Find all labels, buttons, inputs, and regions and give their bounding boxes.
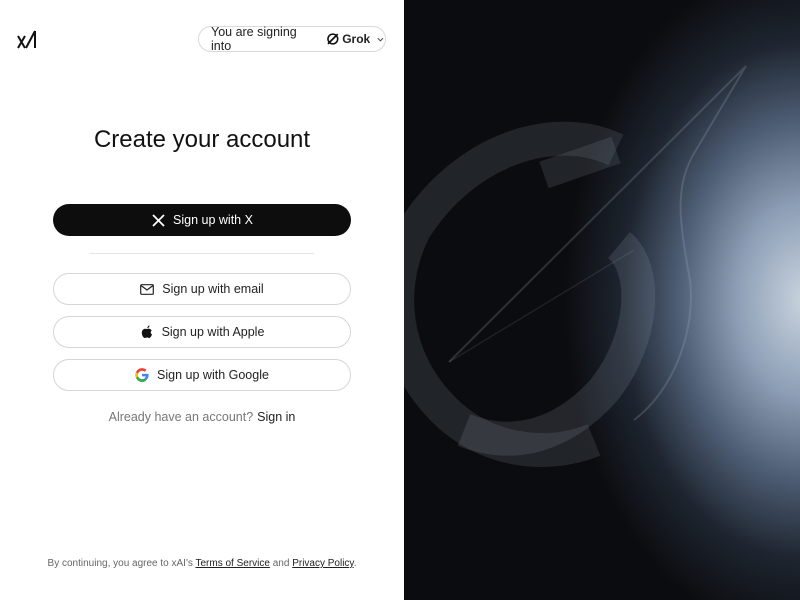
sign-up-x-button[interactable]: Sign up with X — [53, 204, 351, 236]
terms-of-service-link[interactable]: Terms of Service — [195, 558, 269, 569]
app-name: Grok — [342, 32, 371, 46]
sign-up-apple-label: Sign up with Apple — [161, 325, 265, 339]
chevron-down-icon — [377, 37, 384, 42]
xai-logo-icon[interactable] — [16, 28, 38, 50]
sign-in-prompt-text: Already have an account? — [108, 410, 254, 424]
app-selector[interactable]: You are signing into Grok — [198, 25, 386, 53]
sign-up-email-label: Sign up with email — [162, 282, 264, 296]
sign-up-x-label: Sign up with X — [173, 213, 253, 227]
sign-in-link[interactable]: Sign in — [257, 410, 295, 424]
mail-icon — [140, 282, 155, 296]
divider — [90, 253, 314, 254]
brand-artwork-panel — [404, 0, 800, 600]
grok-logo-artwork — [404, 65, 747, 467]
page-title: Create your account — [93, 126, 311, 153]
sign-up-google-button[interactable]: Sign up with Google — [53, 359, 351, 391]
signup-panel: You are signing into Grok Create your ac… — [0, 0, 404, 600]
sign-up-email-button[interactable]: Sign up with email — [53, 273, 351, 305]
apple-icon — [140, 325, 154, 339]
sign-up-apple-button[interactable]: Sign up with Apple — [53, 316, 351, 348]
sign-up-google-label: Sign up with Google — [157, 368, 269, 382]
legal-and: and — [272, 558, 290, 569]
legal-prefix: By continuing, you agree to xAI's — [47, 558, 193, 569]
signing-into-text: You are signing into — [211, 25, 297, 53]
legal-suffix: . — [353, 558, 357, 569]
x-logo-icon — [151, 213, 165, 227]
google-icon — [135, 368, 149, 382]
legal-notice: By continuing, you agree to xAI's Terms … — [0, 558, 404, 569]
sign-in-prompt: Already have an account? Sign in — [0, 410, 404, 424]
privacy-policy-link[interactable]: Privacy Policy — [292, 558, 354, 569]
grok-icon — [326, 33, 339, 45]
